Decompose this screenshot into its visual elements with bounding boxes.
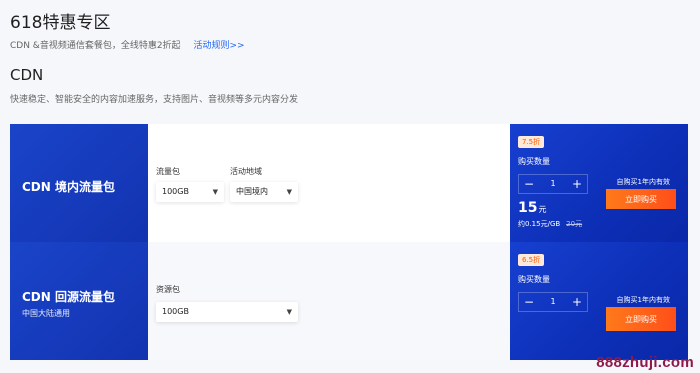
traffic-pack-label: 流量包 (156, 167, 180, 176)
caret-down-icon: ▼ (286, 188, 292, 196)
section-description: 快速稳定、智能安全的内容加速服务，支持图片、音视频等多元内容分发 (10, 95, 299, 105)
resource-pack-label: 资源包 (156, 285, 180, 294)
region-label: 活动地域 (230, 167, 262, 176)
quantity-value[interactable]: 1 (539, 293, 567, 311)
unit-price-text: 约0.15元/GB (518, 220, 561, 228)
validity-note: 自购买1年内有效 (616, 178, 670, 186)
purchase-panel: 6.5折 购买数量 − 1 + 自购买1年内有效 立即购买 (510, 242, 688, 360)
unit-price: 约0.15元/GB 20元 (518, 219, 582, 229)
product-card-cdn-domestic: CDN 境内流量包 流量包 100GB ▼ 活动地域 中国境内 ▼ 7.5折 购… (10, 124, 688, 242)
caret-down-icon: ▼ (286, 308, 292, 316)
quantity-value[interactable]: 1 (539, 175, 567, 193)
product-header: CDN 境内流量包 (10, 124, 148, 242)
page-title: 618特惠专区 (10, 13, 111, 33)
traffic-pack-value: 100GB (162, 187, 189, 196)
subtitle-text: CDN &音视频通信套餐包，全线特惠2折起 (10, 41, 181, 51)
product-subtitle: 中国大陆通用 (22, 309, 70, 318)
validity-note: 自购买1年内有效 (616, 296, 670, 304)
region-value: 中国境内 (236, 187, 268, 196)
buy-now-button[interactable]: 立即购买 (606, 307, 676, 331)
product-name: CDN 境内流量包 (22, 180, 115, 194)
product-card-cdn-origin: CDN 回源流量包 中国大陆通用 资源包 100GB ▼ 6.5折 购买数量 −… (10, 242, 688, 360)
minus-icon[interactable]: − (519, 293, 539, 311)
price-amount: 15 (518, 200, 538, 216)
page-subtitle: CDN &音视频通信套餐包，全线特惠2折起 活动规则>> (10, 38, 245, 51)
quantity-label: 购买数量 (518, 275, 550, 284)
region-select[interactable]: 中国境内 ▼ (230, 182, 298, 202)
caret-down-icon: ▼ (212, 188, 218, 196)
product-options: 资源包 100GB ▼ (148, 242, 510, 360)
plus-icon[interactable]: + (567, 293, 587, 311)
rules-link[interactable]: 活动规则>> (193, 41, 244, 51)
buy-now-button[interactable]: 立即购买 (606, 189, 676, 209)
original-price: 20元 (566, 220, 583, 228)
price: 15元 (518, 200, 546, 216)
discount-badge: 7.5折 (518, 136, 545, 148)
price-unit: 元 (538, 205, 547, 214)
quantity-stepper: − 1 + (518, 292, 588, 312)
minus-icon[interactable]: − (519, 175, 539, 193)
watermark: 888zhuji.com (596, 354, 694, 371)
resource-pack-select[interactable]: 100GB ▼ (156, 302, 298, 322)
product-name: CDN 回源流量包 (22, 290, 115, 304)
purchase-panel: 7.5折 购买数量 − 1 + 15元 约0.15元/GB 20元 自购买1年内有… (510, 124, 688, 242)
section-title: CDN (10, 66, 44, 84)
quantity-label: 购买数量 (518, 157, 550, 166)
plus-icon[interactable]: + (567, 175, 587, 193)
discount-badge: 6.5折 (518, 254, 545, 266)
quantity-stepper: − 1 + (518, 174, 588, 194)
traffic-pack-select[interactable]: 100GB ▼ (156, 182, 224, 202)
product-options: 流量包 100GB ▼ 活动地域 中国境内 ▼ (148, 124, 510, 242)
product-header: CDN 回源流量包 中国大陆通用 (10, 242, 148, 360)
resource-pack-value: 100GB (162, 307, 189, 316)
